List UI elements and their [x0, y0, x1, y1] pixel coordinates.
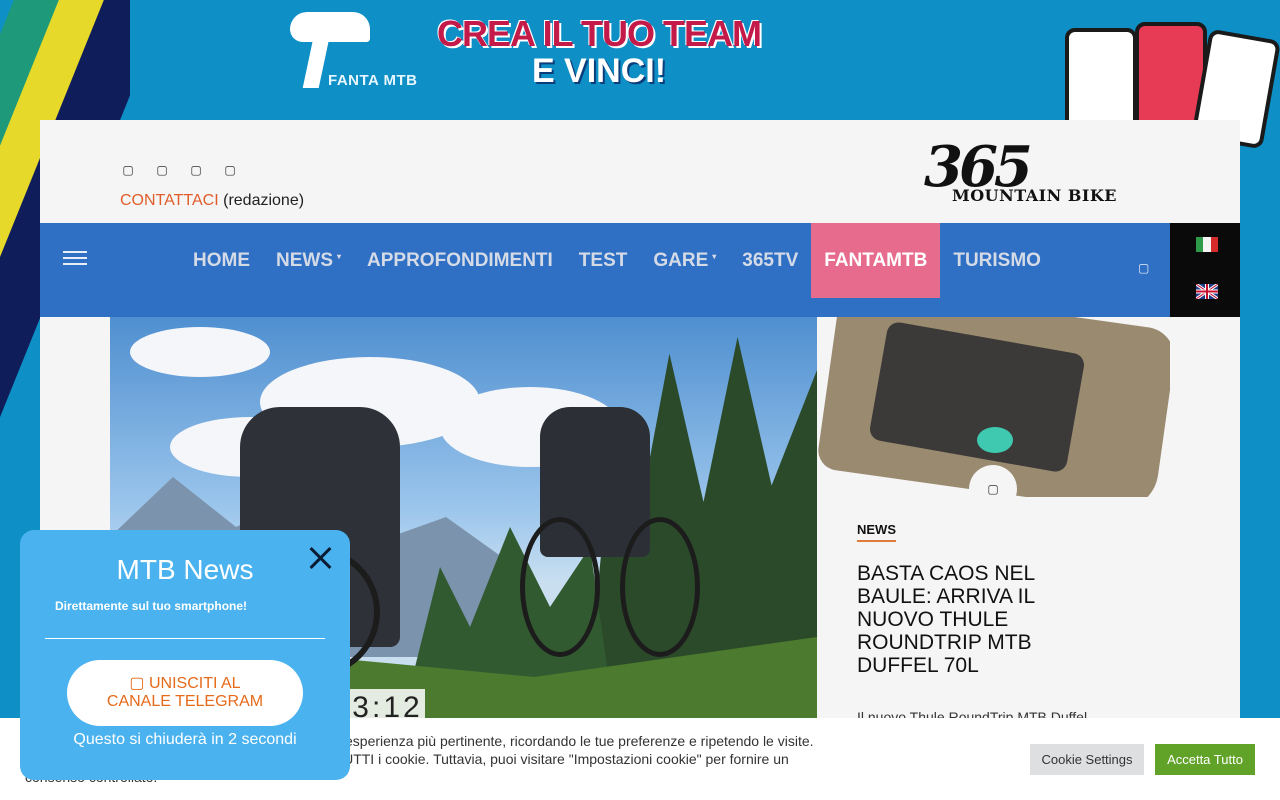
nav-items: HOME NEWS ▾ APPROFONDIMENTI TEST GARE ▾ 36… — [180, 223, 1054, 298]
cookie-settings-button[interactable]: Cookie Settings — [1030, 744, 1144, 775]
popup-title: MTB News — [116, 554, 254, 585]
article-title[interactable]: BASTA CAOS NEL BAULE: ARRIVA IL NUOVO TH… — [857, 562, 1077, 677]
popup-subtitle: Direttamente sul tuo smartphone! — [55, 599, 248, 613]
phones-image — [1065, 22, 1280, 150]
instagram-icon[interactable]: ▢ — [154, 162, 170, 178]
button-line: CANALE TELEGRAM — [106, 693, 264, 710]
close-icon[interactable] — [307, 545, 333, 571]
nav-item-fantamtb[interactable]: FANTAMTB — [811, 223, 941, 298]
youtube-icon[interactable]: ▢ — [188, 162, 204, 178]
nav-label: FANTAMTB — [824, 249, 928, 271]
search-icon[interactable]: ▢ — [1138, 261, 1152, 275]
contact-line: CONTATTACI (redazione) — [120, 192, 304, 210]
popup-countdown: Questo si chiuderà in 2 secondi — [73, 731, 297, 748]
nav-item-test[interactable]: TEST — [566, 223, 641, 298]
contact-link[interactable]: CONTATTACI — [120, 192, 219, 209]
nav-item-home[interactable]: HOME — [180, 223, 263, 298]
ad-banner[interactable]: FANTA MTB CREA IL TUO TEAM E VINCI! — [0, 0, 1280, 150]
divider — [45, 638, 325, 639]
nav-label: 365TV — [742, 249, 799, 271]
fanta-mtb-brand: FANTA MTB — [328, 72, 418, 89]
logo-text: MOUNTAIN BIKE — [952, 186, 1117, 205]
social-icons: ▢ ▢ ▢ ▢ — [120, 162, 238, 178]
telegram-icon: ▢ — [129, 675, 145, 692]
contact-suffix: (redazione) — [223, 192, 305, 209]
nav-item-turismo[interactable]: TURISMO — [940, 223, 1054, 298]
article-format-icon: ▢ — [969, 465, 1017, 513]
nav-label: TEST — [578, 249, 628, 271]
button-line: UNISCITI AL — [149, 675, 241, 692]
italian-flag-icon[interactable] — [1196, 237, 1218, 252]
accept-all-button[interactable]: Accetta Tutto — [1155, 744, 1255, 775]
caret-down-icon: ▾ — [712, 252, 717, 261]
main-nav: HOME NEWS ▾ APPROFONDIMENTI TEST GARE ▾ 36… — [40, 223, 1170, 317]
facebook-icon[interactable]: ▢ — [120, 162, 136, 178]
fanta-mtb-logo: FANTA MTB — [290, 12, 430, 92]
nav-item-365tv[interactable]: 365TV — [729, 223, 811, 298]
join-telegram-button[interactable]: ▢ UNISCITI AL CANALE TELEGRAM — [67, 660, 303, 726]
nav-item-gare[interactable]: GARE ▾ — [640, 223, 729, 298]
article-category[interactable]: NEWS — [857, 522, 896, 542]
nav-item-approfondimenti[interactable]: APPROFONDIMENTI — [354, 223, 566, 298]
banner-headline: CREA IL TUO TEAM — [437, 13, 762, 54]
telegram-popup: MTB News Direttamente sul tuo smartphone… — [20, 530, 350, 780]
nav-label: GARE — [653, 249, 709, 271]
language-switcher — [1170, 223, 1240, 317]
twitter-icon[interactable]: ▢ — [222, 162, 238, 178]
nav-label: TURISMO — [953, 249, 1041, 271]
nav-label: HOME — [193, 249, 250, 271]
site-logo[interactable]: 365 MOUNTAIN BIKE — [924, 134, 1124, 206]
nav-item-news[interactable]: NEWS ▾ — [263, 223, 354, 298]
site-header: ▢ ▢ ▢ ▢ CONTATTACI (redazione) 365 MOUNT… — [40, 120, 1240, 223]
caret-down-icon: ▾ — [337, 252, 342, 261]
nav-label: NEWS — [276, 249, 333, 271]
nav-label: APPROFONDIMENTI — [367, 249, 553, 271]
english-flag-icon[interactable] — [1196, 284, 1218, 299]
banner-subline: E VINCI! — [531, 52, 667, 90]
hamburger-menu-icon[interactable] — [63, 251, 87, 267]
